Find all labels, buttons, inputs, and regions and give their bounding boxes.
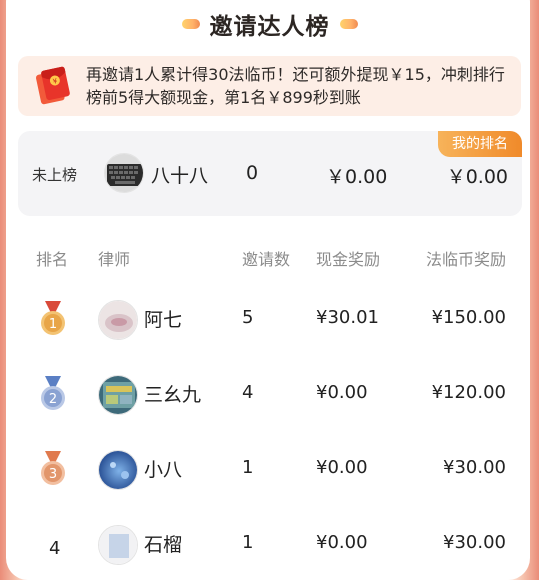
header-invites: 邀请数 (242, 250, 291, 269)
bronze-medal-icon: 3 (41, 451, 65, 485)
header-rank: 排名 (36, 250, 69, 269)
table-row[interactable]: 1 阿七 5 ¥30.01 ¥150.00 (0, 291, 539, 351)
lawyer-name: 小八 (144, 459, 183, 481)
invite-count: 5 (242, 307, 254, 328)
table-row[interactable]: 3 小八 1 ¥0.00 ¥30.00 (0, 441, 539, 501)
coin-reward: ¥30.00 (443, 532, 506, 553)
cash-reward: ¥30.01 (316, 307, 379, 328)
coin-reward: ¥120.00 (431, 382, 506, 403)
header-lawyer: 律师 (98, 250, 131, 269)
coin-reward: ¥150.00 (431, 307, 506, 328)
avatar[interactable] (98, 375, 138, 415)
lawyer-name: 三幺九 (144, 384, 202, 406)
page-title: 邀请达人榜 (209, 14, 330, 40)
red-envelope-icon: ¥ (35, 66, 70, 105)
coin-reward: ¥30.00 (443, 457, 506, 478)
invite-count: 1 (242, 457, 254, 478)
avatar[interactable] (98, 300, 138, 340)
my-name: 八十八 (151, 165, 209, 187)
title-right-decoration (339, 19, 358, 29)
gold-medal-icon: 1 (41, 301, 65, 335)
invite-notice-banner: ¥ 再邀请1人累计得30法临币！还可额外提现￥15，冲刺排行榜前5得大额现金，第… (18, 56, 521, 116)
invite-count: 1 (242, 532, 254, 553)
header-coins: 法临币奖励 (425, 250, 506, 269)
my-rank-badge: 我的排名 (438, 131, 522, 157)
table-row[interactable]: 2 三幺九 4 ¥0.00 ¥120.00 (0, 366, 539, 426)
keyboard-avatar-image (105, 154, 143, 192)
medal-rank-number: 3 (49, 467, 57, 482)
silver-medal-icon: 2 (41, 376, 65, 410)
my-coin-reward: ￥0.00 (446, 166, 508, 188)
my-avatar[interactable] (104, 153, 144, 193)
lawyer-name: 阿七 (144, 309, 183, 331)
title-left-decoration (181, 19, 200, 29)
rank-number: 4 (49, 538, 61, 559)
invite-count: 4 (242, 382, 254, 403)
medal-rank-number: 1 (49, 317, 57, 332)
my-rank-card: 我的排名 未上榜 八十八 0 ￥0.00 ￥0.00 (18, 131, 522, 216)
my-invite-count: 0 (246, 162, 259, 184)
medal-rank-number: 2 (49, 392, 57, 407)
title-row: 邀请达人榜 (0, 4, 539, 44)
header-cash: 现金奖励 (316, 250, 381, 269)
cash-reward: ¥0.00 (316, 457, 368, 478)
avatar[interactable] (98, 450, 138, 490)
notice-text: 再邀请1人累计得30法临币！还可额外提现￥15，冲刺排行榜前5得大额现金，第1名… (86, 65, 505, 107)
table-row[interactable]: 4 石榴 1 ¥0.00 ¥30.00 (0, 516, 539, 576)
cash-reward: ¥0.00 (316, 382, 368, 403)
cash-reward: ¥0.00 (316, 532, 368, 553)
my-cash-reward: ￥0.00 (326, 166, 388, 188)
my-rank-status: 未上榜 (32, 166, 78, 184)
avatar[interactable] (98, 525, 138, 565)
lawyer-name: 石榴 (144, 534, 183, 556)
